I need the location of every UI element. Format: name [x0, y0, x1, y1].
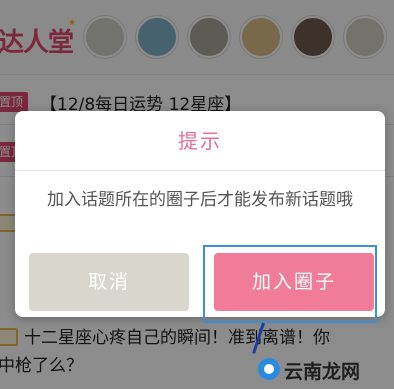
cancel-button[interactable]: 取消	[29, 253, 189, 311]
dialog-title: 提示	[178, 129, 222, 153]
highlight-box	[203, 245, 377, 323]
watermark-text: 云南龙网	[284, 361, 361, 383]
watermark-logo-icon	[258, 358, 280, 380]
dialog-message: 加入话题所在的圈子后才能发布新话题哦	[47, 190, 353, 210]
dialog-divider	[15, 170, 385, 171]
